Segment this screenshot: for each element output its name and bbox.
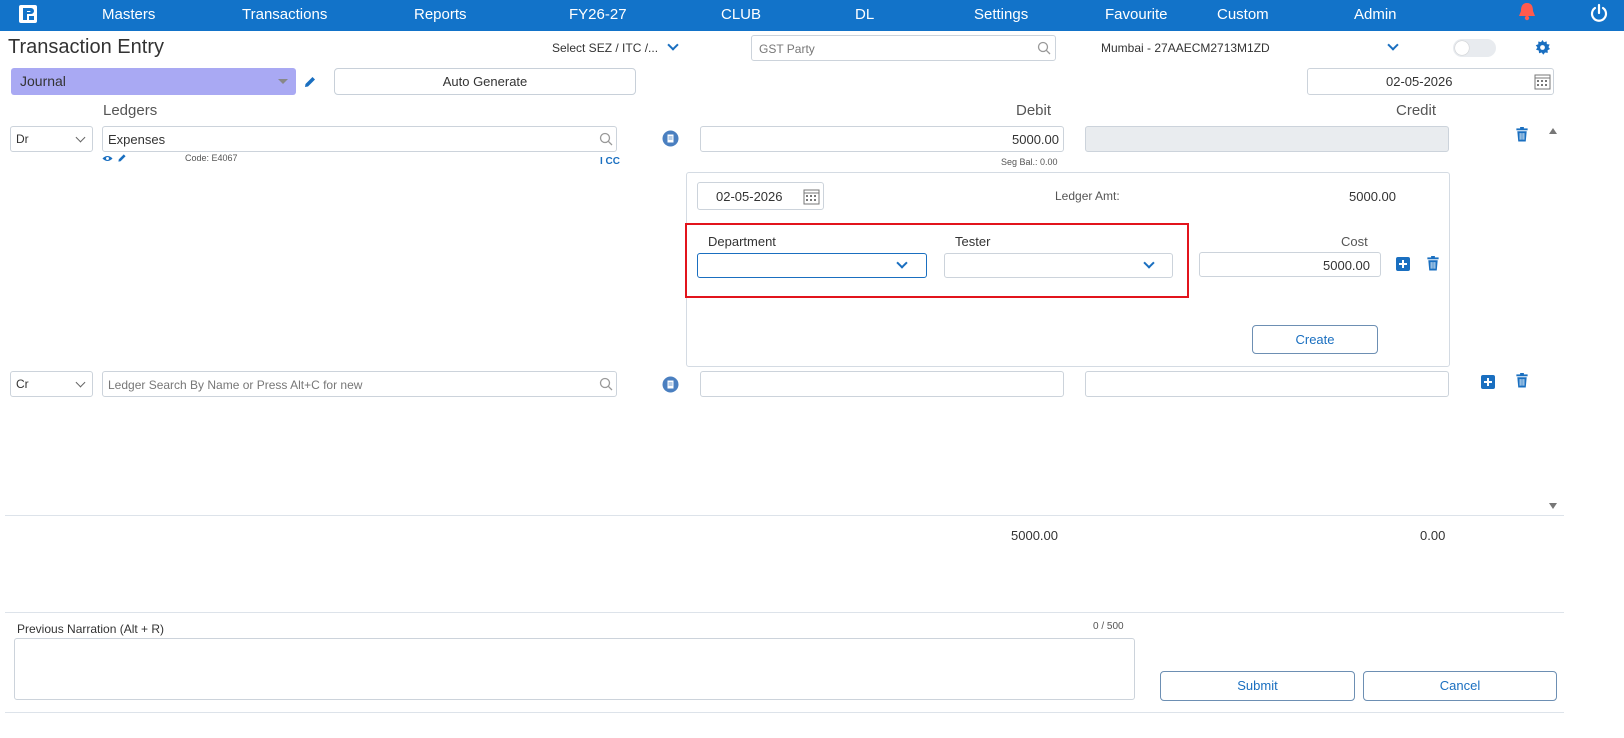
narration-divider — [5, 612, 1564, 613]
sez-select-label: Select SEZ / ITC /... — [552, 41, 659, 55]
ledger-amt-label: Ledger Amt: — [1055, 189, 1120, 203]
toggle-knob — [1455, 41, 1469, 55]
row1-drcr-value: Dr — [16, 132, 29, 146]
narration-textarea[interactable] — [14, 638, 1135, 700]
view-eye-icon[interactable] — [102, 154, 113, 163]
scroll-down-arrow[interactable] — [1549, 503, 1557, 509]
search-icon[interactable] — [599, 377, 613, 391]
cost-amount-value: 5000.00 — [1323, 258, 1370, 273]
row1-debit-value: 5000.00 — [1012, 132, 1059, 147]
add-plus-icon[interactable] — [1396, 257, 1410, 271]
chevron-down-icon — [75, 377, 86, 388]
ledgers-column-header: Ledgers — [103, 102, 158, 119]
notification-bell-icon[interactable] — [1516, 2, 1538, 22]
search-icon[interactable] — [1037, 41, 1051, 55]
bottom-border — [5, 712, 1564, 713]
add-plus-icon[interactable] — [1481, 375, 1495, 389]
nav-dl[interactable]: DL — [855, 6, 874, 23]
calendar-icon[interactable] — [1534, 73, 1551, 90]
row2-debit-input[interactable] — [700, 371, 1064, 397]
delete-trash-icon[interactable] — [1515, 127, 1529, 142]
nav-favourite[interactable]: Favourite — [1105, 6, 1168, 23]
row1-debit-input[interactable]: 5000.00 — [700, 126, 1064, 152]
nav-masters[interactable]: Masters — [102, 6, 155, 23]
delete-trash-icon[interactable] — [1515, 373, 1529, 388]
voucher-type-label: Journal — [20, 73, 66, 89]
nav-financial-year[interactable]: FY26-27 — [569, 6, 627, 23]
scroll-up-arrow[interactable] — [1549, 128, 1557, 134]
toggle-switch[interactable] — [1453, 39, 1496, 57]
row2-ledger-placeholder: Ledger Search By Name or Press Alt+C for… — [108, 378, 363, 392]
top-navbar: Masters Transactions Reports FY26-27 CLU… — [0, 0, 1624, 31]
calendar-icon[interactable] — [803, 188, 820, 205]
gst-party-input[interactable]: GST Party — [751, 35, 1056, 61]
ledger-code: Code: E4067 — [185, 153, 238, 163]
cost-amount-input[interactable]: 5000.00 — [1199, 252, 1381, 277]
voucher-type-select[interactable]: Journal — [11, 68, 296, 95]
gst-party-placeholder: GST Party — [759, 42, 815, 56]
row2-ledger-input[interactable]: Ledger Search By Name or Press Alt+C for… — [102, 371, 617, 397]
branch-select-label[interactable]: Mumbai - 27AAECM2713M1ZD — [1101, 41, 1270, 55]
note-circle-icon[interactable] — [662, 376, 679, 393]
credit-column-header: Credit — [1396, 102, 1437, 119]
nav-custom[interactable]: Custom — [1217, 6, 1269, 23]
debit-column-header: Debit — [1016, 102, 1052, 119]
cost-date-value: 02-05-2026 — [716, 189, 783, 204]
nav-settings[interactable]: Settings — [974, 6, 1028, 23]
row1-drcr-select[interactable]: Dr — [10, 126, 93, 152]
gear-icon[interactable] — [1535, 40, 1550, 55]
chevron-down-icon — [667, 39, 680, 51]
previous-narration-link[interactable]: Previous Narration (Alt + R) — [17, 622, 164, 636]
totals-divider — [5, 515, 1564, 516]
cost-label: Cost — [1341, 234, 1368, 249]
highlight-box — [685, 223, 1189, 298]
app-logo-icon[interactable] — [18, 4, 38, 24]
caret-down-icon — [278, 79, 288, 84]
nav-reports[interactable]: Reports — [414, 6, 467, 23]
sez-select[interactable]: Select SEZ / ITC /... — [552, 39, 680, 55]
icc-link[interactable]: I CC — [600, 156, 620, 167]
row2-credit-input[interactable] — [1085, 371, 1449, 397]
total-debit: 5000.00 — [1011, 528, 1058, 543]
delete-trash-icon[interactable] — [1426, 256, 1440, 271]
search-icon[interactable] — [599, 132, 613, 146]
edit-pencil-icon[interactable] — [303, 75, 317, 89]
seg-balance: Seg Bal.: 0.00 — [1001, 157, 1058, 167]
edit-pencil-icon[interactable] — [117, 153, 127, 163]
total-credit: 0.00 — [1420, 528, 1446, 543]
create-button[interactable]: Create — [1252, 325, 1378, 354]
row1-ledger-input[interactable]: Expenses — [102, 126, 617, 152]
ledger-amt-value: 5000.00 — [1349, 189, 1396, 204]
nav-transactions[interactable]: Transactions — [242, 6, 327, 23]
cancel-button[interactable]: Cancel — [1363, 671, 1557, 701]
power-icon[interactable] — [1590, 3, 1608, 23]
voucher-date-value: 02-05-2026 — [1386, 74, 1453, 89]
page-title: Transaction Entry — [8, 36, 164, 58]
row1-credit-input — [1085, 126, 1449, 152]
row2-drcr-select[interactable]: Cr — [10, 371, 93, 397]
narration-char-counter: 0 / 500 — [1093, 621, 1124, 632]
nav-admin[interactable]: Admin — [1354, 6, 1397, 23]
note-circle-icon[interactable] — [662, 130, 679, 147]
auto-generate-button[interactable]: Auto Generate — [334, 68, 636, 95]
chevron-down-icon — [75, 132, 86, 143]
cost-date-input[interactable]: 02-05-2026 — [697, 182, 824, 210]
branch-chevron-down-icon[interactable] — [1387, 39, 1399, 51]
voucher-date-input[interactable]: 02-05-2026 — [1307, 68, 1554, 95]
nav-club[interactable]: CLUB — [721, 6, 761, 23]
row1-ledger-value: Expenses — [108, 132, 166, 147]
row2-drcr-value: Cr — [16, 377, 29, 391]
submit-button[interactable]: Submit — [1160, 671, 1355, 701]
